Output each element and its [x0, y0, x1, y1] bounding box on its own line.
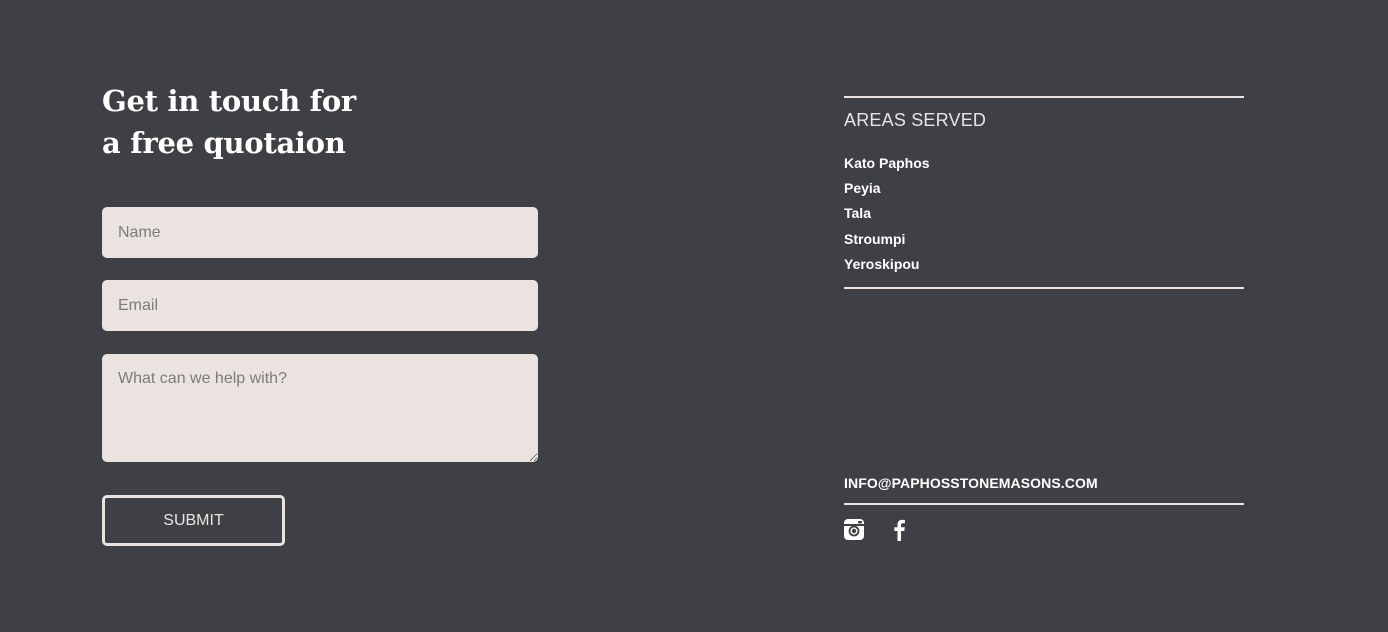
facebook-link[interactable] — [892, 519, 906, 541]
area-item: Yeroskipou — [844, 255, 920, 272]
contact-email-link[interactable]: INFO@PAPHOSSTONEMASONS.COM — [844, 475, 1098, 491]
instagram-link[interactable] — [844, 519, 864, 540]
areas-served-title: AREAS SERVED — [844, 110, 987, 130]
email-divider — [844, 503, 1244, 505]
submit-button[interactable]: SUBMIT — [102, 495, 285, 546]
contact-heading-line-2: a free quotaion — [102, 126, 346, 160]
message-textarea[interactable] — [102, 354, 538, 462]
name-input[interactable] — [102, 207, 538, 258]
instagram-icon — [844, 519, 864, 540]
facebook-icon — [894, 519, 905, 541]
area-item: Stroumpi — [844, 230, 906, 247]
areas-bottom-divider — [844, 287, 1244, 289]
area-item: Peyia — [844, 180, 881, 197]
contact-heading: Get in touch for a free quotaion — [102, 80, 356, 164]
area-item: Tala — [844, 205, 871, 222]
areas-list: Kato Paphos Peyia Tala Stroumpi Yeroskip… — [844, 151, 930, 277]
email-input[interactable] — [102, 280, 538, 331]
areas-top-divider — [844, 96, 1244, 98]
contact-heading-line-1: Get in touch for — [102, 84, 356, 118]
area-item: Kato Paphos — [844, 155, 930, 171]
